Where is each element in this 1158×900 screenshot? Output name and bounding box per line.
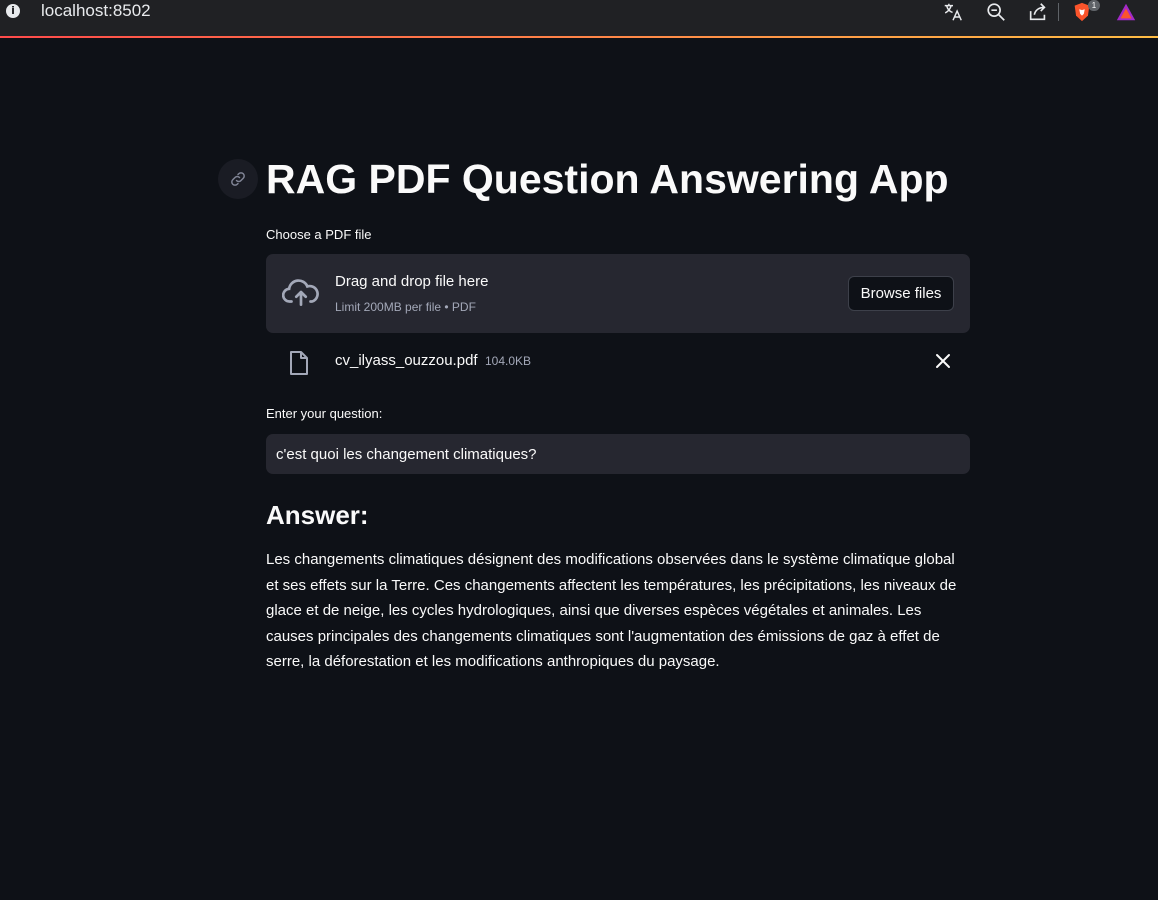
dropzone-limit: Limit 200MB per file • PDF	[335, 300, 476, 314]
uploaded-file-item: cv_ilyass_ouzzou.pdf 104.0KB	[266, 344, 970, 380]
share-icon[interactable]	[1027, 1, 1049, 23]
uploader-label: Choose a PDF file	[266, 227, 372, 242]
brave-shield-badge: 1	[1088, 0, 1100, 11]
address-bar[interactable]: localhost:8502	[41, 0, 151, 22]
answer-text: Les changements climatiques désignent de…	[266, 551, 957, 670]
question-label: Enter your question:	[266, 406, 383, 421]
page-title: RAG PDF Question Answering App	[266, 156, 949, 202]
header-anchor-link[interactable]	[218, 159, 258, 199]
remove-file-close-icon[interactable]	[934, 352, 952, 370]
zoom-out-icon[interactable]	[985, 1, 1007, 23]
toolbar-separator	[1058, 3, 1059, 21]
file-dropzone[interactable]: Drag and drop file here Limit 200MB per …	[266, 254, 970, 333]
uploaded-file-name: cv_ilyass_ouzzou.pdf	[335, 352, 478, 369]
answer-heading: Answer:	[266, 500, 369, 530]
translate-icon[interactable]	[942, 1, 964, 23]
browser-toolbar: i localhost:8502 1	[0, 0, 1158, 37]
link-icon	[231, 172, 245, 186]
question-input[interactable]	[266, 434, 970, 474]
uploaded-file-size: 104.0KB	[485, 354, 532, 368]
browse-files-button[interactable]: Browse files	[848, 276, 954, 311]
info-icon[interactable]: i	[6, 4, 20, 18]
dropzone-instructions: Drag and drop file here	[335, 273, 489, 290]
file-icon	[290, 351, 308, 375]
cloud-upload-icon	[282, 279, 319, 307]
header-decoration	[0, 36, 1158, 38]
brave-rewards-icon[interactable]	[1115, 1, 1137, 23]
